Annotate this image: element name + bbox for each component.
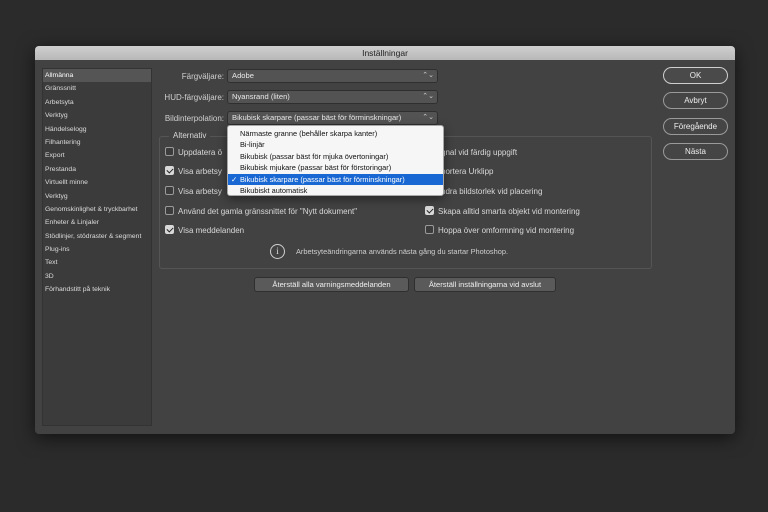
interpolation-dropdown-menu: Närmaste granne (behåller skarpa kanter)…	[227, 125, 444, 196]
interpolation-label: Bildinterpolation:	[164, 114, 224, 123]
option-label: Hoppa över omformning vid montering	[438, 226, 575, 235]
option-skip-transform[interactable]: Hoppa över omformning vid montering	[425, 225, 575, 237]
menu-item-bicubic-auto[interactable]: Bikubiskt automatisk	[228, 185, 443, 196]
option-right-1[interactable]: gnal vid färdig uppgift	[441, 148, 517, 159]
hud-picker-label: HUD-färgväljare:	[164, 93, 224, 102]
option-label: gnal vid färdig uppgift	[441, 148, 518, 157]
option-label: Visa arbetsy	[178, 167, 222, 176]
option-legacy-new-doc[interactable]: Använd det gamla gränssnittet för "Nytt …	[165, 206, 358, 218]
color-picker-value: Adobe	[232, 71, 254, 80]
checkbox-checked[interactable]	[165, 166, 174, 176]
option-left-2[interactable]: Visa arbetsy	[165, 166, 222, 178]
checkbox[interactable]	[165, 186, 174, 196]
sidebar-item-plugins[interactable]: Plug-ins	[43, 243, 151, 256]
sidebar: Allmänna Gränssnitt Arbetsyta Verktyg Hä…	[42, 68, 152, 426]
sidebar-item-virtuellt-minne[interactable]: Virtuellt minne	[43, 176, 151, 189]
checkbox-checked[interactable]	[425, 206, 434, 216]
checkmark-icon: ✓	[231, 174, 238, 184]
option-label: ndra bildstorlek vid placering	[441, 187, 543, 196]
option-right-3[interactable]: ndra bildstorlek vid placering	[441, 187, 542, 198]
hud-picker-select[interactable]: Nyansrand (liten) ⌃⌄	[227, 90, 438, 104]
chevron-updown-icon: ⌃⌄	[422, 114, 434, 121]
hud-picker-value: Nyansrand (liten)	[232, 92, 290, 101]
dialog-title: Inställningar	[35, 46, 735, 60]
interpolation-value: Bikubisk skarpare (passar bäst för förmi…	[232, 113, 402, 122]
option-label: Visa arbetsy	[178, 187, 222, 196]
checkbox[interactable]	[425, 225, 434, 235]
reset-on-quit-button[interactable]: Återställ inställningarna vid avslut	[414, 277, 556, 292]
ok-button[interactable]: OK	[663, 67, 728, 84]
chevron-updown-icon: ⌃⌄	[422, 72, 434, 79]
cancel-button[interactable]: Avbryt	[663, 92, 728, 109]
menu-item-nearest[interactable]: Närmaste granne (behåller skarpa kanter)	[228, 128, 443, 139]
menu-item-bicubic-sharper[interactable]: ✓ Bikubisk skarpare (passar bäst för förm…	[228, 173, 443, 185]
option-label: Uppdatera ö	[178, 148, 223, 157]
option-label: Använd det gamla gränssnittet för "Nytt …	[178, 207, 358, 216]
color-picker-label: Färgväljare:	[181, 72, 224, 81]
chevron-updown-icon: ⌃⌄	[422, 93, 434, 100]
sidebar-item-3d[interactable]: 3D	[43, 270, 151, 283]
checkbox[interactable]	[165, 206, 174, 216]
menu-item-bicubic[interactable]: Bikubisk (passar bäst för mjuka övertoni…	[228, 151, 443, 162]
reset-warnings-button[interactable]: Återställ alla varningsmeddelanden	[254, 277, 409, 292]
sidebar-item-enheter[interactable]: Enheter & Linjaler	[43, 216, 151, 229]
options-group-title: Alternativ	[169, 131, 211, 140]
sidebar-item-forhandstitt[interactable]: Förhandstitt på teknik	[43, 283, 151, 296]
sidebar-item-export[interactable]: Export	[43, 149, 151, 162]
color-picker-select[interactable]: Adobe ⌃⌄	[227, 69, 438, 83]
sidebar-item-text[interactable]: Text	[43, 256, 151, 269]
sidebar-item-arbetsyta[interactable]: Arbetsyta	[43, 96, 151, 109]
interpolation-select[interactable]: Bikubisk skarpare (passar bäst för förmi…	[227, 111, 438, 125]
option-label: Visa meddelanden	[178, 226, 245, 235]
option-show-messages[interactable]: Visa meddelanden	[165, 225, 245, 237]
sidebar-item-allmanna[interactable]: Allmänna	[43, 69, 151, 83]
info-text: Arbetsyteändringarna används nästa gång …	[296, 247, 509, 256]
sidebar-item-handelselogg[interactable]: Händelselogg	[43, 123, 151, 136]
option-left-3[interactable]: Visa arbetsy	[165, 186, 222, 198]
preferences-dialog: Inställningar Allmänna Gränssnitt Arbets…	[35, 46, 735, 434]
checkbox-checked[interactable]	[165, 225, 174, 235]
sidebar-item-prestanda[interactable]: Prestanda	[43, 163, 151, 176]
option-label: portera Urklipp	[441, 167, 494, 176]
sidebar-item-verktyg[interactable]: Verktyg	[43, 109, 151, 122]
menu-item-bicubic-smoother[interactable]: Bikubisk mjukare (passar bäst för försto…	[228, 162, 443, 173]
info-icon: i	[270, 244, 285, 259]
menu-item-bilinear[interactable]: Bi-linjär	[228, 139, 443, 150]
sidebar-item-filhantering[interactable]: Filhantering	[43, 136, 151, 149]
sidebar-item-verktyg-2[interactable]: Verktyg	[43, 190, 151, 203]
option-label: Skapa alltid smarta objekt vid montering	[438, 207, 580, 216]
checkbox[interactable]	[165, 147, 174, 157]
next-button[interactable]: Nästa	[663, 143, 728, 160]
sidebar-item-stodlinjer[interactable]: Stödlinjer, stödraster & segment	[43, 230, 151, 243]
menu-item-label: Bikubisk skarpare (passar bäst för förmi…	[240, 174, 405, 184]
option-right-2[interactable]: portera Urklipp	[441, 167, 493, 178]
option-smart-objects[interactable]: Skapa alltid smarta objekt vid montering	[425, 206, 580, 218]
sidebar-item-genomskinlighet[interactable]: Genomskinlighet & tryckbarhet	[43, 203, 151, 216]
option-left-1[interactable]: Uppdatera ö	[165, 147, 223, 159]
previous-button[interactable]: Föregående	[663, 118, 728, 135]
sidebar-item-granssnitt[interactable]: Gränssnitt	[43, 82, 151, 95]
